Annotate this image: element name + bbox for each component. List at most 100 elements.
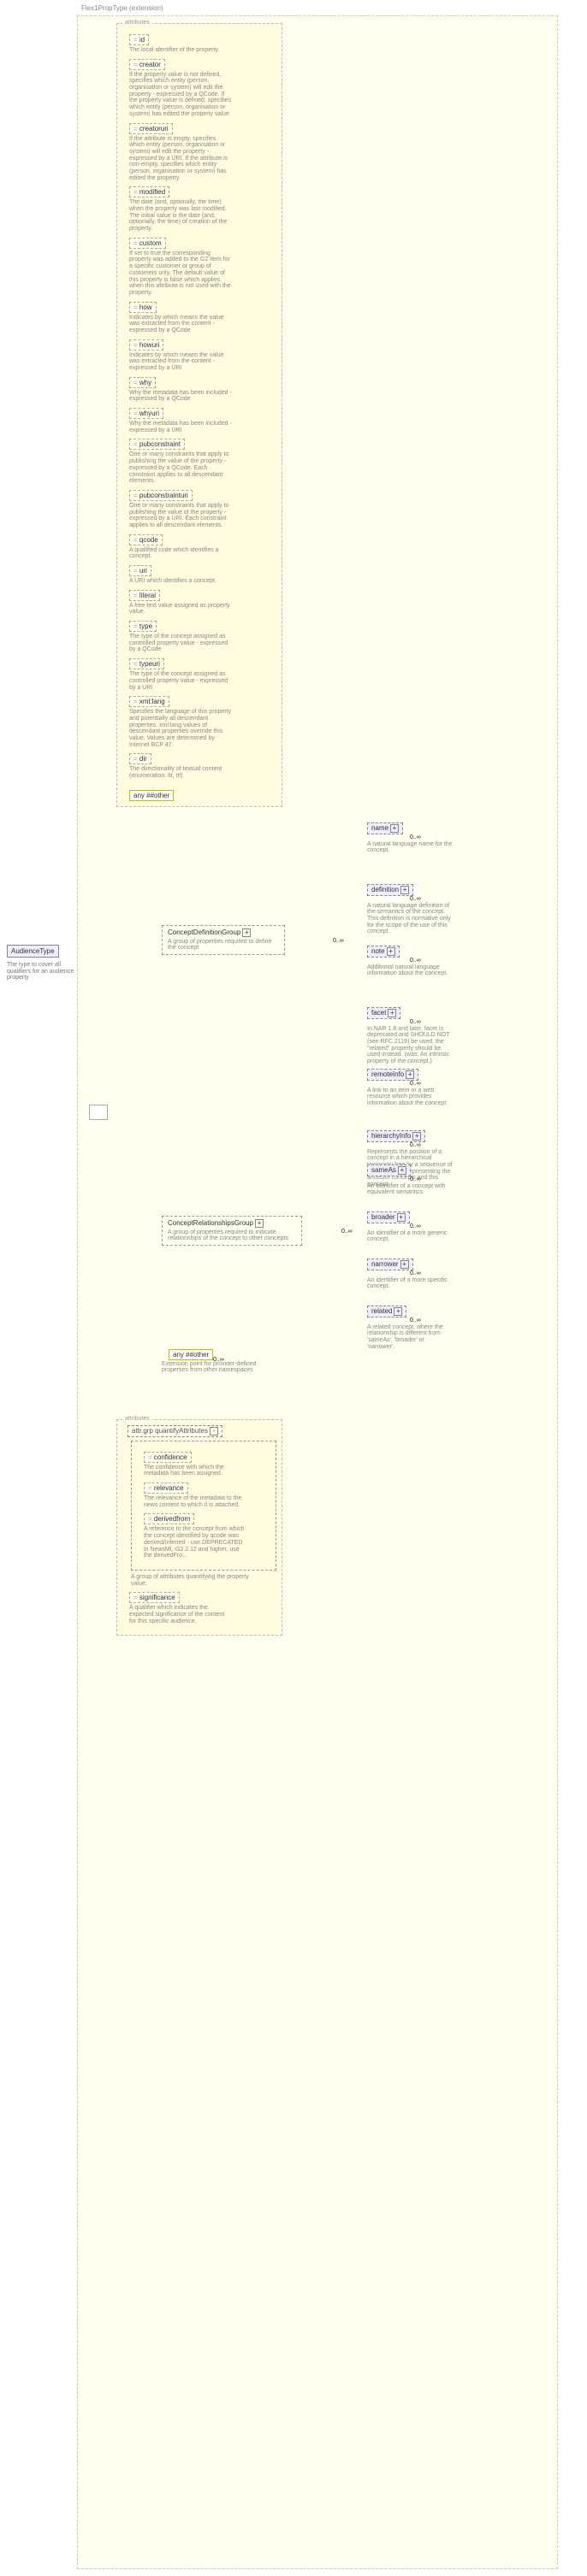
attr-name: xml:lang (129, 696, 169, 707)
cardinality: 0..∞ (410, 1223, 421, 1229)
cardinality: 0..∞ (410, 1081, 421, 1087)
attr-item: pubconstrainturi One or many constraints … (122, 490, 276, 529)
expand-icon[interactable]: + (388, 1009, 396, 1017)
attr-name: type (129, 621, 157, 632)
element-hierarchyInfo: hierarchyInfo+ (367, 1130, 425, 1142)
attributes-container-1: attributes idThe local identifier of the… (116, 23, 282, 807)
element-facet: facet+ (367, 1007, 400, 1019)
any-desc: Extension point for provider-defined pro… (162, 1361, 273, 1374)
attr-name: whyuri (129, 408, 163, 419)
attr-desc: Indicates by which means the value was e… (129, 352, 232, 372)
attr-item: significance A qualifier which indicates… (122, 1592, 276, 1624)
extension-label: Flex1PropType (extension) (81, 4, 163, 12)
cardinality: 0..∞ (410, 958, 421, 964)
attr-name: confidence (144, 1452, 192, 1463)
attr-item: creatorIf the property value is not defi… (122, 59, 276, 118)
attr-desc: A URI which identifies a concept. (129, 578, 232, 585)
cardinality: 0..∞ (410, 896, 421, 902)
attr-item: creatoruri If the attribute is empty, spe… (122, 123, 276, 182)
attr-desc: Why the metadata has been included - exp… (129, 390, 232, 403)
attr-item: whyuri Why the metadata has been included… (122, 408, 276, 433)
expand-icon[interactable]: + (242, 928, 251, 937)
attr-desc: One or many constraints that apply to pu… (129, 451, 232, 484)
concept-relationships-group: ConceptRelationshipsGroup+ A group of pr… (162, 1216, 302, 1246)
attributes-container-2: attributes attr.grp quantifyAttributes- … (116, 1419, 282, 1636)
attr-name: relevance (144, 1483, 188, 1494)
expand-icon[interactable]: + (387, 947, 395, 956)
element-narrower: narrower+ (367, 1259, 413, 1270)
attr-desc: A qualified code which identifies a conc… (129, 547, 232, 560)
attr-name: creatoruri (129, 123, 173, 134)
expand-icon[interactable]: + (255, 1219, 264, 1228)
element-name: name+ (367, 822, 403, 834)
attr-item: typeuriThe type of the concept assigned … (122, 658, 276, 691)
expand-icon[interactable]: + (394, 1307, 402, 1316)
element-desc: An identifier of a more generic concept. (367, 1230, 453, 1243)
mid-section: ConceptDefinitionGroup+ A group of prope… (85, 814, 550, 1412)
attr-item: modified The date (and, optionally, the t… (122, 186, 276, 232)
attr-name: modified (129, 186, 169, 197)
cardinality: 0..∞ (410, 1019, 421, 1025)
expand-icon[interactable]: + (398, 1166, 406, 1175)
attr-item: xml:lang Specifies the language of this p… (122, 696, 276, 748)
extension-box: attributes idThe local identifier of the… (77, 15, 558, 2569)
attr-desc: Specifies the language of this property … (129, 709, 232, 748)
expand-icon[interactable]: + (400, 1260, 409, 1269)
attr-name: pubconstrainturi (129, 490, 193, 501)
attr-name: qcode (129, 534, 163, 545)
root-desc: The type to cover all qualifiers for an … (7, 962, 75, 981)
concept-definition-group: ConceptDefinitionGroup+ A group of prope… (162, 925, 285, 955)
attr-desc: A qualifier which indicates the expected… (129, 1605, 232, 1624)
attr-desc: Why the metadata has been included - exp… (129, 421, 232, 433)
cardinality: 0..∞ (341, 1229, 353, 1235)
attr-desc: The date (and, optionally, the time) whe… (129, 199, 232, 232)
cardinality: 0..∞ (410, 1270, 421, 1276)
attr-name: pubconstraint (129, 439, 185, 450)
cardinality: 0..∞ (410, 834, 421, 840)
expand-icon[interactable]: - (210, 1427, 218, 1435)
attr-name: derivedfrom (144, 1513, 194, 1524)
element-desc: An identifier of a more specific concept… (367, 1277, 453, 1290)
attr-name: custom (129, 238, 166, 249)
expand-icon[interactable]: + (390, 824, 399, 833)
expand-icon[interactable]: + (412, 1132, 421, 1141)
attr-item: qcode A qualified code which identifies a… (122, 534, 276, 560)
element-note: note+ (367, 946, 400, 958)
element-remoteInfo: remoteInfo+ (367, 1069, 418, 1081)
attr-name: how (129, 302, 157, 313)
expand-icon[interactable]: + (406, 1070, 414, 1079)
sequence-icon (89, 1105, 108, 1120)
cardinality: 0..∞ (333, 938, 344, 944)
cardinality: 0..∞ (410, 1142, 421, 1148)
attr-item: confidenceThe confidence with which the … (137, 1452, 270, 1477)
root-element: AudienceType (7, 945, 59, 958)
attr-desc: A reference to the concept from which th… (144, 1526, 246, 1559)
attr-desc: One or many constraints that apply to pu… (129, 503, 232, 529)
cardinality: 0..∞ (410, 1176, 421, 1182)
expand-icon[interactable]: + (400, 886, 409, 894)
expand-icon[interactable]: + (397, 1213, 406, 1222)
attr-desc: The local identifier of the property. (129, 47, 232, 54)
attr-item: idThe local identifier of the property. (122, 34, 276, 54)
attr-desc: If the attribute is empty, specifies whi… (129, 136, 232, 182)
attr-item: customIf set to true the corresponding p… (122, 238, 276, 297)
attr-group-label: attr.grp quantifyAttributes- (127, 1425, 222, 1437)
element-desc: A link to an item or a web resource whic… (367, 1088, 453, 1107)
element-sameAs: sameAs+ (367, 1164, 411, 1176)
attributes-header: attributes (122, 1416, 152, 1422)
attr-item: relevanceThe relevance of the metadata t… (137, 1483, 270, 1508)
attr-item: uriA URI which identifies a concept. (122, 565, 276, 585)
attr-item: type The type of the concept assigned as … (122, 621, 276, 653)
element-desc: In NAR 1.8 and later, facet is deprecate… (367, 1026, 453, 1065)
attr-item: pubconstraintOne or many constraints tha… (122, 439, 276, 484)
element-desc: A natural language definition of the sem… (367, 903, 453, 935)
any-element: any ##other (169, 1349, 213, 1360)
attr-name: literal (129, 590, 160, 601)
attr-name: why (129, 377, 156, 388)
attr-desc: The type of the concept assigned as cont… (129, 634, 232, 653)
element-desc: A natural language name for the concept. (367, 841, 453, 854)
attr-group-desc: A group of attributes quantifying the pr… (131, 1574, 259, 1587)
element-related: related+ (367, 1306, 406, 1317)
element-desc: Additional natural language information … (367, 964, 453, 977)
attr-item: howuriIndicates by which means the value… (122, 339, 276, 372)
